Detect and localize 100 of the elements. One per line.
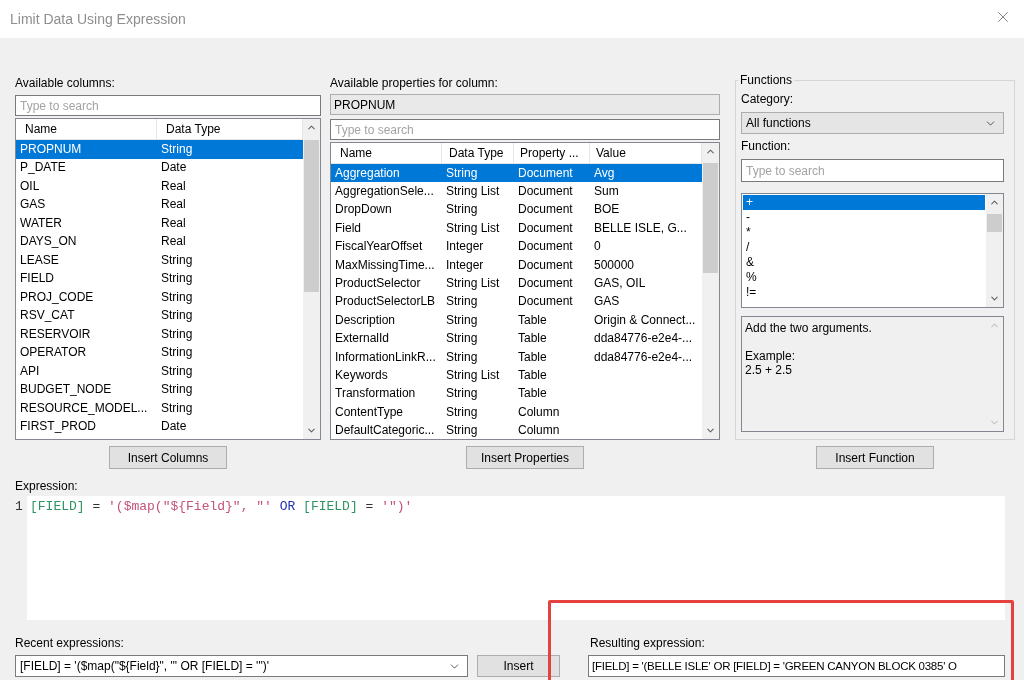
table-cell-text: String: [445, 165, 479, 181]
expression-editor[interactable]: [FIELD] = '($map("${Field}", "' OR [FIELD] = '")': [27, 496, 1005, 620]
recent-expressions-dropdown[interactable]: [FIELD] = '($map("${Field}", "' OR [FIELD] = '")': [15, 655, 468, 677]
table-cell-text: DropDown: [334, 202, 393, 218]
table-cell-text: 0: [593, 239, 602, 255]
table-cell-text: ProductSelector: [334, 276, 422, 292]
table-cell-text: String: [445, 312, 479, 328]
code-line: [FIELD] = '($map("${Field}", "' OR [FIELD] = '")': [30, 499, 414, 515]
table-cell-text: String: [160, 382, 194, 398]
chevron-down-icon: [306, 425, 317, 436]
table-cell-text: Origin & Connect...: [593, 312, 697, 328]
table-cell-text: Real: [160, 234, 187, 250]
field-label: Recent expressions:: [15, 636, 125, 651]
table-cell-text: Table: [517, 386, 548, 402]
table-cell-text: Integer: [445, 239, 485, 255]
table-cell-text: FIRST_PROD: [19, 419, 97, 435]
scrollbar[interactable]: [702, 143, 719, 439]
column-name-field[interactable]: PROPNUM: [330, 94, 720, 115]
table-cell-text: OPERATOR: [19, 345, 88, 361]
table-cell-text: ProductSelectorLB: [334, 294, 437, 310]
table-cell-text: Document: [517, 257, 574, 273]
field-label: Available columns:: [15, 76, 116, 91]
insert-button[interactable]: Insert: [477, 655, 560, 677]
table-cell-text: PROPNUM: [19, 141, 83, 157]
field-label: Resulting expression:: [589, 636, 706, 651]
table-cell-text: dda84776-e2e4-...: [593, 331, 694, 347]
table-cell-text: Document: [517, 276, 574, 292]
table-cell-text: MaxMissingTime...: [334, 257, 436, 273]
field-label: Function:: [741, 139, 792, 154]
search-field[interactable]: Type to search: [741, 159, 1004, 182]
table-cell-text: BUDGET_NODE: [19, 382, 113, 398]
table-cell-text: GAS: [19, 197, 47, 213]
insert-function-button[interactable]: Insert Function: [816, 446, 934, 469]
table-cell-text: GAS, OIL: [593, 276, 647, 292]
table-cell-text: 500000: [593, 257, 636, 273]
table-cell-text: Field: [334, 220, 362, 236]
table-cell-text: String: [160, 271, 194, 287]
table-cell-text: Document: [517, 294, 574, 310]
category-dropdown[interactable]: All functions: [741, 112, 1004, 134]
table-cell-text: AggregationSele...: [334, 184, 435, 200]
list-item[interactable]: +: [743, 195, 985, 210]
description-text: Add the two arguments.: [745, 321, 873, 335]
table-cell-text: Column: [517, 404, 561, 420]
table-cell-text: FiscalYearOffset: [334, 239, 424, 255]
table-cell-text: Document: [517, 165, 574, 181]
scrollbar[interactable]: [303, 119, 320, 439]
table-cell-text: Table: [517, 331, 548, 347]
table-cell-text: String List: [445, 276, 501, 292]
table-cell-text: Document: [517, 239, 574, 255]
table-cell-text: FIELD: [19, 271, 55, 287]
table-cell-text: String: [160, 252, 194, 268]
table-cell-text: RESERVOIR: [19, 326, 92, 342]
chevron-down-icon: [989, 293, 1000, 304]
table-cell-text: Sum: [593, 184, 620, 200]
table-row[interactable]: Aggregation String Document Avg: [331, 164, 702, 183]
table-cell-text: Description: [334, 312, 397, 328]
search-field[interactable]: Type to search: [330, 119, 720, 140]
table-row[interactable]: PROPNUM String: [16, 140, 303, 159]
table-cell-text: Keywords: [334, 368, 389, 383]
table-cell-text: InformationLinkR...: [334, 349, 437, 365]
table-cell-text: Table: [517, 368, 548, 383]
table-cell-text: Real: [160, 197, 187, 213]
insert-properties-button[interactable]: Insert Properties: [466, 446, 584, 469]
table-cell-text: Date: [160, 160, 188, 176]
table-cell-text: Transformation: [334, 386, 417, 402]
table-cell-text: String: [445, 404, 479, 420]
table-cell-text: BOE: [593, 202, 621, 218]
table-cell-text: String: [160, 289, 194, 305]
result-field[interactable]: [FIELD] = '(BELLE ISLE' OR [FIELD] = 'GREEN CANYON BLOCK 0385' O: [588, 655, 1005, 677]
window-title: Limit Data Using Expression: [10, 11, 186, 27]
table-cell-text: Document: [517, 220, 574, 236]
table-cell-text: Document: [517, 202, 574, 218]
table-cell-text: String: [445, 349, 479, 365]
scroll-thumb[interactable]: [703, 163, 718, 273]
table-cell-text: DAYS_ON: [19, 234, 78, 250]
table-cell-text: API: [19, 363, 41, 379]
table-cell-text: String: [445, 202, 479, 218]
table-cell-text: RESOURCE_MODEL...: [19, 400, 149, 416]
group-title: Functions: [739, 73, 794, 88]
scroll-thumb[interactable]: [304, 140, 319, 292]
table-cell-text: RSV_CAT: [19, 308, 76, 324]
search-field[interactable]: Type to search: [15, 95, 321, 116]
table-cell-text: PROJ_CODE: [19, 289, 95, 305]
description-text: 2.5 + 2.5: [745, 363, 794, 377]
insert-columns-button[interactable]: Insert Columns: [109, 446, 227, 469]
table-cell-text: Aggregation: [334, 165, 401, 181]
table-cell-text: String List: [445, 220, 501, 236]
scroll-thumb[interactable]: [987, 214, 1002, 232]
table-cell-text: String: [445, 331, 479, 347]
table-cell-text: Date: [160, 419, 188, 435]
table-cell-text: dda84776-e2e4-...: [593, 349, 694, 365]
table-cell-text: ContentType: [334, 404, 405, 420]
scrollbar[interactable]: [986, 194, 1003, 307]
field-label: Expression:: [15, 479, 79, 494]
table-cell-text: Table: [517, 312, 548, 328]
table-cell-text: P_DATE: [19, 160, 67, 176]
table-cell-text: GAS: [593, 294, 621, 310]
table-cell-text: Column: [517, 423, 561, 439]
chevron-down-icon: [705, 425, 716, 436]
table-cell-text: String List: [445, 184, 501, 200]
